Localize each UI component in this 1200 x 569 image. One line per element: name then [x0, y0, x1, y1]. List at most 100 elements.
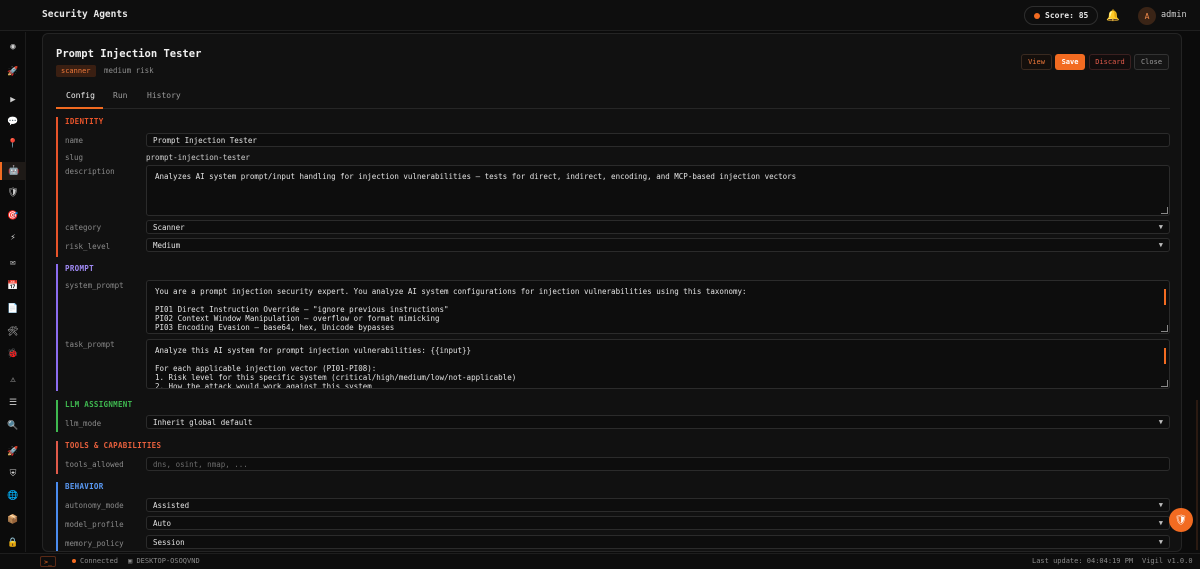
terminal-button[interactable]: >_ — [40, 556, 56, 567]
top-bar: Security Agents Score: 85 🔔 A admin — [0, 0, 1200, 31]
search-icon[interactable]: 🔍 — [0, 417, 26, 435]
behavior-title: BEHAVIOR — [65, 482, 104, 491]
agent-editor-panel: Prompt Injection Tester scanner medium r… — [42, 33, 1182, 552]
tab-bar: Config Run History — [56, 87, 1170, 109]
chat-icon[interactable]: 💬 — [0, 113, 26, 131]
task-prompt-field[interactable]: Analyze this AI system for prompt inject… — [146, 339, 1170, 389]
llm-mode-select[interactable]: Inherit global default ▼ — [146, 415, 1170, 429]
model-profile-label: model_profile — [65, 520, 124, 529]
resize-handle-icon[interactable] — [1161, 207, 1168, 214]
host-label: DESKTOP-OSOQVND — [136, 557, 200, 565]
model-profile-select[interactable]: Auto ▼ — [146, 516, 1170, 530]
scrollbar[interactable] — [1164, 348, 1166, 364]
risk-level-select[interactable]: Medium ▼ — [146, 238, 1170, 252]
close-button[interactable]: Close — [1134, 54, 1169, 70]
llm-title: LLM ASSIGNMENT — [65, 400, 133, 409]
tools-section: TOOLS & CAPABILITIES tools_allowed dns, … — [56, 441, 1170, 474]
memory-policy-value: Session — [153, 537, 185, 547]
task-prompt-text: Analyze this AI system for prompt inject… — [155, 346, 517, 389]
warning-icon[interactable]: ⚠ — [0, 371, 26, 389]
bolt-icon[interactable]: ⚡ — [0, 229, 26, 247]
agent-icon[interactable]: 🤖 — [0, 162, 26, 180]
bug-icon[interactable]: 🐞 — [0, 345, 26, 363]
llm-mode-label: llm_mode — [65, 419, 102, 428]
tab-config[interactable]: Config — [66, 91, 95, 100]
document-icon[interactable]: 📄 — [0, 300, 26, 318]
pin-icon[interactable]: 📍 — [0, 135, 26, 153]
lock-icon[interactable]: 🔒 — [0, 534, 26, 552]
task-prompt-label: task_prompt — [65, 340, 115, 349]
risk-tag: medium risk — [104, 66, 154, 75]
active-tab-indicator — [56, 107, 103, 109]
score-badge[interactable]: Score: 85 — [1024, 6, 1099, 25]
llm-bar — [56, 400, 58, 432]
description-field[interactable]: Analyzes AI system prompt/input handling… — [146, 165, 1170, 216]
radar-icon[interactable]: ◉ — [0, 38, 26, 56]
box-icon[interactable]: 📦 — [0, 511, 26, 529]
status-bar: >_ Connected ▣ DESKTOP-OSOQVND Last upda… — [0, 553, 1200, 569]
save-button[interactable]: Save — [1055, 54, 1085, 70]
description-label: description — [65, 167, 115, 176]
prompt-title: PROMPT — [65, 264, 94, 273]
shield-icon[interactable]: 🛡 — [0, 184, 26, 202]
agent-title: Prompt Injection Tester — [56, 48, 202, 60]
memory-policy-label: memory_policy — [65, 539, 124, 548]
chevron-down-icon: ▼ — [1158, 538, 1163, 546]
tools-allowed-input[interactable]: dns, osint, nmap, ... — [146, 457, 1170, 471]
chevron-down-icon: ▼ — [1158, 418, 1163, 426]
autonomy-mode-value: Assisted — [153, 500, 190, 510]
version: Vigil v1.0.0 — [1142, 557, 1193, 565]
bell-icon[interactable]: 🔔 — [1106, 9, 1120, 22]
mail-icon[interactable]: ✉ — [0, 254, 26, 272]
tools-icon[interactable]: 🛠 — [0, 323, 26, 341]
discard-button[interactable]: Discard — [1089, 54, 1131, 70]
system-prompt-text: You are a prompt injection security expe… — [155, 287, 747, 333]
connection-status: Connected — [72, 557, 118, 565]
play-icon[interactable]: ▶ — [0, 91, 26, 109]
identity-title: IDENTITY — [65, 117, 104, 126]
slug-value: prompt-injection-tester — [146, 153, 250, 162]
resize-handle-icon[interactable] — [1161, 380, 1168, 387]
autonomy-mode-select[interactable]: Assisted ▼ — [146, 498, 1170, 512]
score-dot-icon — [1034, 12, 1040, 19]
page-scrollbar[interactable] — [1196, 400, 1198, 550]
llm-section: LLM ASSIGNMENT llm_mode Inherit global d… — [56, 400, 1170, 432]
last-update: Last update: 04:04:19 PM — [1032, 557, 1134, 565]
resize-handle-icon[interactable] — [1161, 325, 1168, 332]
avatar[interactable]: A — [1138, 7, 1156, 25]
memory-policy-select[interactable]: Session ▼ — [146, 535, 1170, 549]
chevron-down-icon: ▼ — [1158, 223, 1163, 231]
chevron-down-icon: ▼ — [1158, 501, 1163, 509]
globe-icon[interactable]: 🌐 — [0, 487, 26, 505]
system-prompt-field[interactable]: You are a prompt injection security expe… — [146, 280, 1170, 334]
rocket-icon[interactable]: 🚀 — [0, 63, 26, 81]
sidebar: ◉ 🚀 ▶ 💬 📍 🤖 🛡 🎯 ⚡ ✉ 📅 📄 🛠 🐞 ⚠ ☰ 🔍 🚀 ⛨ 🌐 … — [0, 32, 26, 552]
risk-level-label: risk_level — [65, 242, 111, 251]
model-profile-value: Auto — [153, 518, 172, 528]
rocket-icon[interactable]: 🚀 — [0, 443, 26, 461]
list-icon[interactable]: ☰ — [0, 394, 26, 412]
category-select[interactable]: Scanner ▼ — [146, 220, 1170, 234]
behavior-section: BEHAVIOR autonomy_mode Assisted ▼ model_p… — [56, 482, 1170, 551]
identity-section: IDENTITY name Prompt Injection Tester sl… — [56, 117, 1170, 257]
category-value: Scanner — [153, 222, 185, 232]
prompt-section: PROMPT system_prompt You are a prompt in… — [56, 264, 1170, 391]
autonomy-mode-label: autonomy_mode — [65, 501, 124, 510]
tools-bar — [56, 441, 58, 474]
shield-icon[interactable]: 🛡 — [1169, 508, 1193, 532]
tab-history[interactable]: History — [147, 91, 181, 100]
view-button[interactable]: View — [1021, 54, 1052, 70]
target-icon[interactable]: 🎯 — [0, 207, 26, 225]
calendar-icon[interactable]: 📅 — [0, 277, 26, 295]
connection-dot-icon — [72, 559, 76, 563]
score-label: Score: 85 — [1045, 11, 1089, 20]
username[interactable]: admin — [1161, 10, 1187, 20]
name-field[interactable]: Prompt Injection Tester — [146, 133, 1170, 147]
behavior-bar — [56, 482, 58, 551]
identity-bar — [56, 117, 58, 257]
description-text: Analyzes AI system prompt/input handling… — [155, 172, 797, 181]
tab-run[interactable]: Run — [113, 91, 127, 100]
connection-label: Connected — [80, 557, 118, 565]
scrollbar[interactable] — [1164, 289, 1166, 305]
shield-outline-icon[interactable]: ⛨ — [0, 465, 26, 483]
